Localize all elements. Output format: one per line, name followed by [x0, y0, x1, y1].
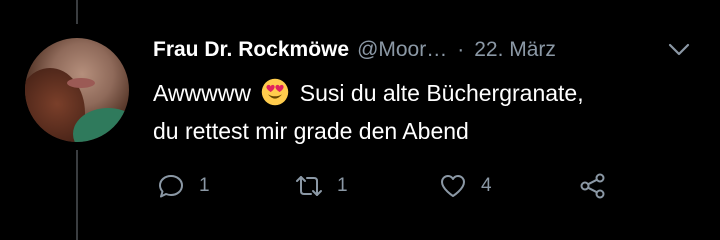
chevron-down-icon[interactable] — [666, 40, 692, 60]
tweet-date[interactable]: 22. März — [474, 38, 556, 62]
reply-icon — [159, 175, 183, 198]
avatar[interactable] — [25, 38, 129, 142]
tweet-text-line2: du rettest mir grade den Abend — [153, 118, 469, 144]
display-name[interactable]: Frau Dr. Rockmöwe — [153, 38, 349, 62]
user-handle[interactable]: @Moor… — [357, 38, 447, 62]
reply-button[interactable]: 1 — [157, 170, 210, 202]
like-count: 4 — [481, 175, 492, 196]
tweet-text-start: Awwwww — [153, 80, 251, 106]
retweet-count: 1 — [337, 175, 348, 196]
tweet-header: Frau Dr. Rockmöwe @Moor… · 22. März — [153, 38, 556, 64]
retweet-button[interactable]: 1 — [295, 170, 348, 202]
like-button[interactable]: 4 — [439, 170, 492, 202]
thread-line-bottom — [76, 150, 78, 240]
retweet-icon — [296, 176, 322, 196]
reply-count: 1 — [199, 175, 210, 196]
tweet-actions: 1 1 4 — [157, 170, 627, 202]
share-button[interactable] — [579, 170, 607, 202]
tweet[interactable]: Frau Dr. Rockmöwe @Moor… · 22. März Awww… — [0, 0, 720, 240]
separator-dot: · — [457, 38, 465, 61]
tweet-text: Awwwww Susi du alte Büchergranate, du re… — [153, 74, 693, 150]
share-icon — [580, 173, 605, 199]
avatar-lips — [67, 78, 95, 88]
thread-line-top — [76, 0, 78, 24]
like-icon — [441, 175, 465, 197]
heart-eyes-emoji-icon — [262, 78, 289, 106]
tweet-text-line1-rest: Susi du alte Büchergranate, — [299, 80, 584, 106]
